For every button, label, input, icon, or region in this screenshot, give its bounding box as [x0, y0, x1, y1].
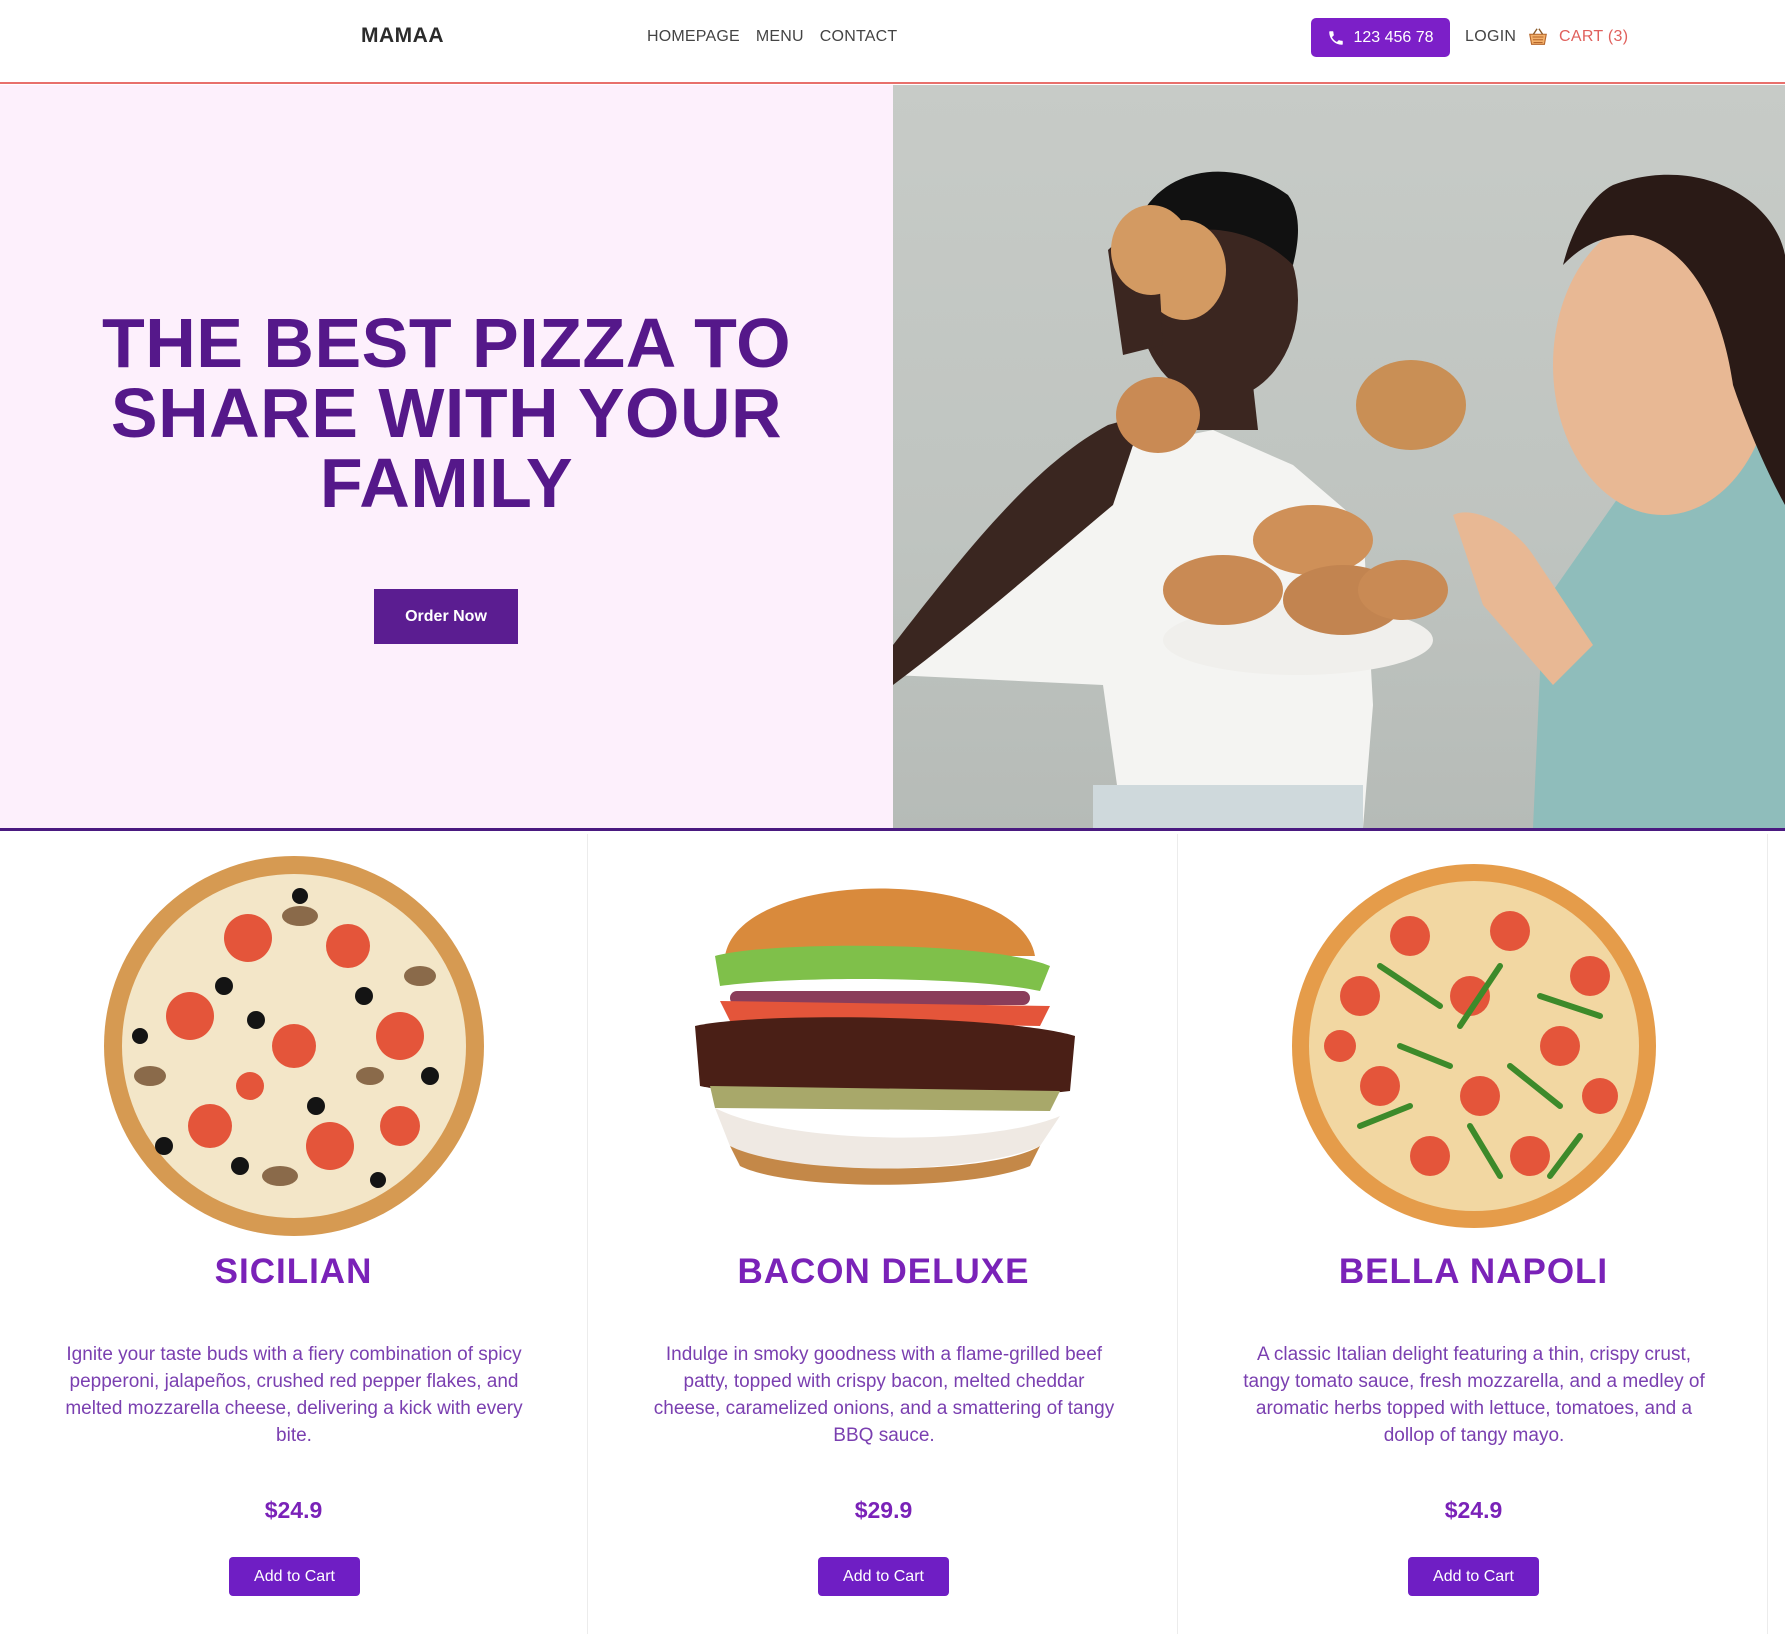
product-price: $29.9: [854, 1497, 913, 1523]
cart-basket-icon: [1529, 28, 1547, 45]
hero-title: THE BEST PIZZA TO SHARE WITH YOUR FAMILY: [101, 304, 792, 522]
nav-menu[interactable]: MENU: [756, 28, 804, 46]
hero-photo-illustration: [893, 171, 1785, 828]
product-name: BACON DELUXE: [737, 1252, 1030, 1291]
product-name: SICILIAN: [214, 1252, 373, 1291]
product-card: BACON DELUXE Indulge in smoky goodness w…: [590, 834, 1178, 1634]
pizza-illustration: [1292, 864, 1656, 1228]
phone-number: 123 456 78: [1353, 28, 1434, 46]
product-description: Ignite your taste buds with a fiery comb…: [65, 1344, 523, 1446]
product-list: SICILIAN Ignite your taste buds with a f…: [0, 834, 1785, 1636]
logo[interactable]: MAMAA: [361, 24, 444, 48]
product-card: BELLA NAPOLI A classic Italian delight f…: [1180, 834, 1768, 1634]
nav-homepage[interactable]: HOMEPAGE: [647, 28, 740, 46]
hero-section: THE BEST PIZZA TO SHARE WITH YOUR FAMILY…: [0, 85, 1785, 831]
add-to-cart-button[interactable]: Add to Cart: [229, 1557, 360, 1596]
product-image: [1180, 846, 1768, 1236]
product-image: [590, 846, 1178, 1236]
add-to-cart-button[interactable]: Add to Cart: [818, 1557, 949, 1596]
product-image: [0, 846, 588, 1236]
order-now-button[interactable]: Order Now: [374, 589, 518, 644]
burger-illustration: [695, 888, 1075, 1185]
cart-link[interactable]: CART (3): [1527, 26, 1628, 48]
add-to-cart-button[interactable]: Add to Cart: [1408, 1557, 1539, 1596]
product-price: $24.9: [1444, 1497, 1503, 1523]
login-link[interactable]: LOGIN: [1465, 28, 1516, 46]
nav-contact[interactable]: CONTACT: [820, 28, 898, 46]
hero-photo: [893, 85, 1785, 828]
main-nav: HOMEPAGE MENU CONTACT: [647, 28, 897, 46]
cart-label: CART (3): [1559, 28, 1629, 45]
pizza-illustration: [104, 856, 484, 1236]
phone-icon: [1329, 30, 1344, 45]
product-card: SICILIAN Ignite your taste buds with a f…: [0, 834, 588, 1634]
product-description: A classic Italian delight featuring a th…: [1243, 1344, 1705, 1446]
product-price: $24.9: [264, 1497, 323, 1523]
hero-text-panel: THE BEST PIZZA TO SHARE WITH YOUR FAMILY…: [0, 85, 893, 828]
site-header: MAMAA HOMEPAGE MENU CONTACT 123 456 78 L…: [0, 0, 1785, 84]
phone-button[interactable]: 123 456 78: [1311, 18, 1450, 57]
product-name: BELLA NAPOLI: [1338, 1252, 1609, 1291]
product-description: Indulge in smoky goodness with a flame-g…: [653, 1344, 1115, 1446]
